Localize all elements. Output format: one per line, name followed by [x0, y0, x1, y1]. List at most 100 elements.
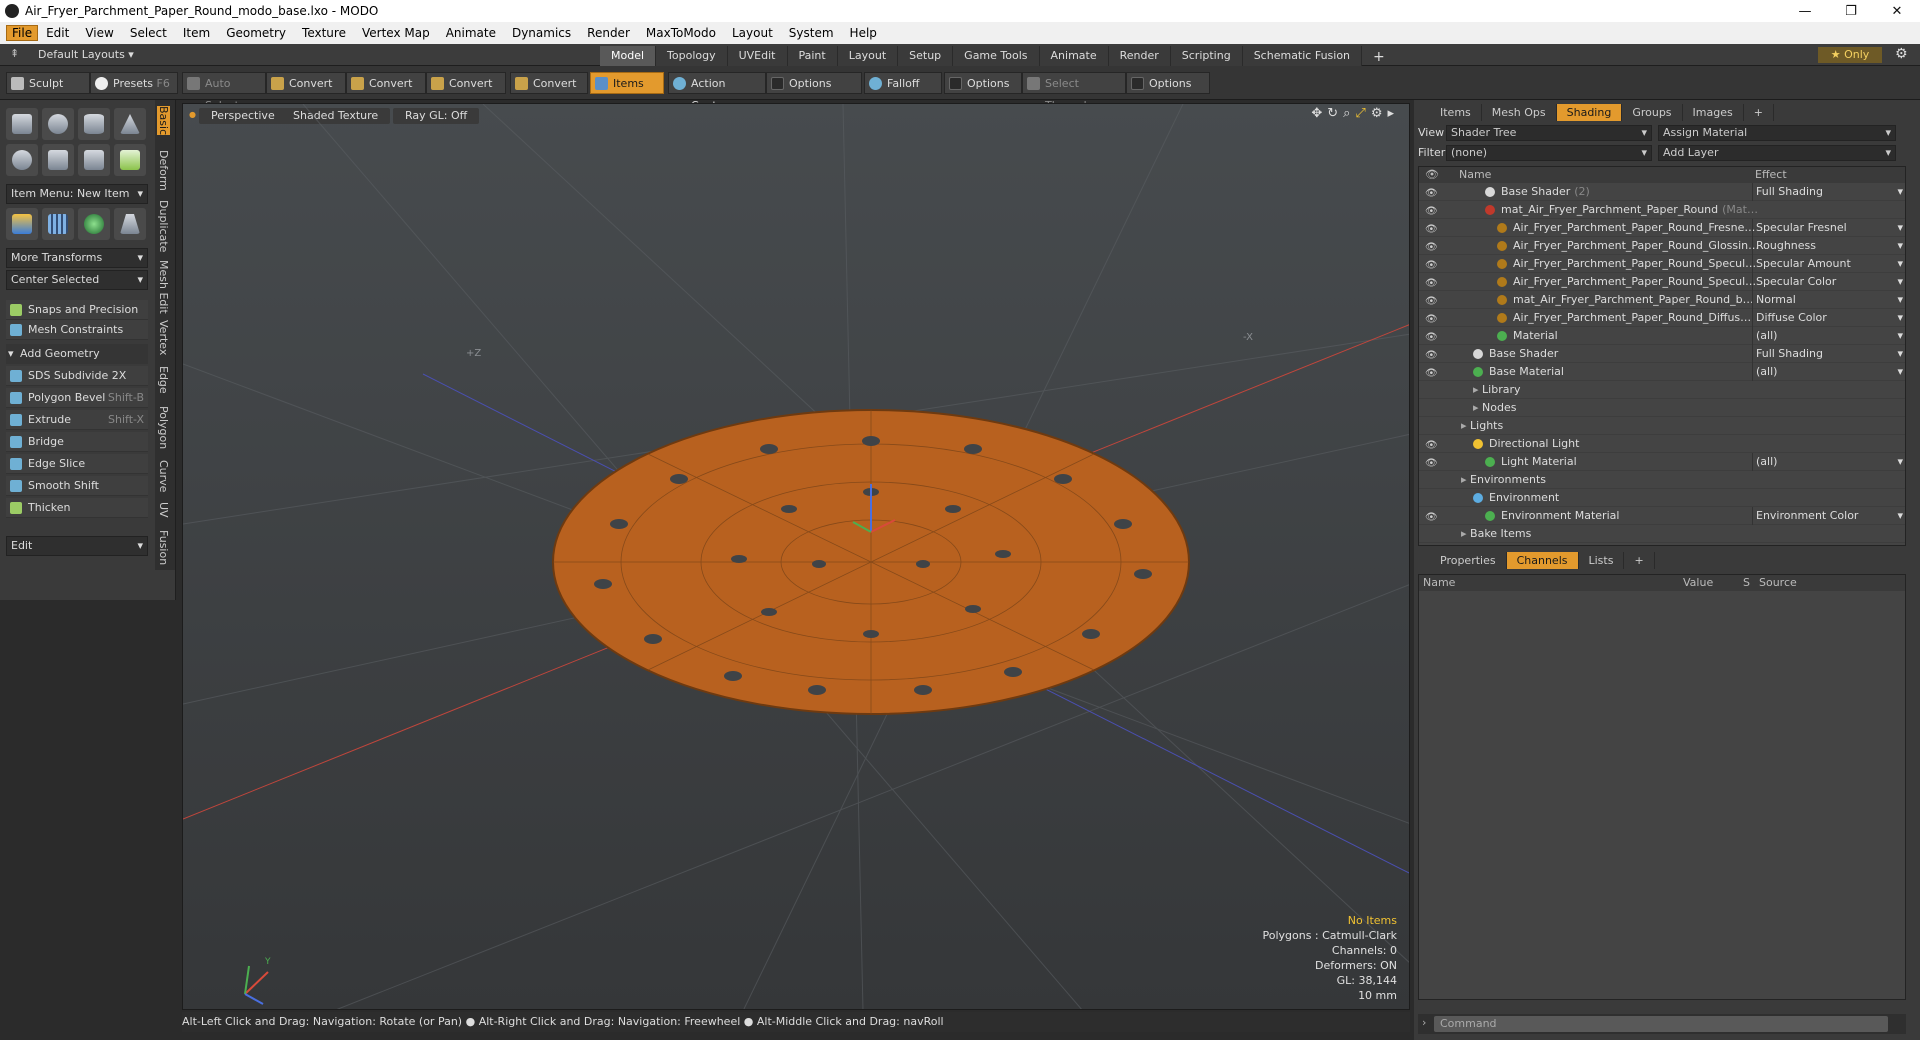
tab-mesh-ops[interactable]: Mesh Ops — [1481, 104, 1557, 121]
add-tab-button[interactable]: + — [1744, 104, 1774, 121]
tree-row[interactable]: 👁 Material (all) — [1419, 327, 1905, 345]
menu-vertex-map[interactable]: Vertex Map — [354, 26, 438, 40]
tree-row[interactable]: ▸ Lights — [1419, 417, 1905, 435]
3d-viewport[interactable]: ● Perspective Shaded Texture Ray GL: Off… — [182, 103, 1410, 1010]
tree-row[interactable]: 👁 Base Shader (2) Full Shading — [1419, 183, 1905, 201]
tree-item-effect[interactable]: Roughness — [1752, 237, 1905, 255]
edit-dropdown[interactable]: Edit — [6, 536, 148, 556]
tool-thicken[interactable]: Thicken — [6, 498, 148, 518]
tab-uvedit[interactable]: UVEdit — [727, 46, 788, 68]
tree-row[interactable]: 👁 Air_Fryer_Parchment_Paper_Round_Glossin… — [1419, 237, 1905, 255]
tab-schematic-fusion[interactable]: Schematic Fusion — [1242, 46, 1363, 68]
restore-button[interactable]: ❐ — [1828, 4, 1874, 19]
tree-row[interactable]: 👁 Light Material (all) — [1419, 453, 1905, 471]
visibility-eye-icon[interactable]: 👁 — [1425, 221, 1438, 235]
tab-groups[interactable]: Groups — [1622, 104, 1683, 121]
tree-row[interactable]: ▸ Library — [1419, 381, 1905, 399]
tree-row[interactable]: Environment — [1419, 489, 1905, 507]
menu-view[interactable]: View — [77, 26, 121, 40]
tree-item-effect[interactable]: Full Shading — [1752, 345, 1905, 363]
visibility-eye-icon[interactable]: 👁 — [1425, 293, 1438, 307]
options-button-2[interactable]: Options — [944, 72, 1022, 94]
tree-item-effect[interactable]: (all) — [1752, 453, 1905, 471]
options-button-1[interactable]: Options — [766, 72, 862, 94]
vtab-duplicate[interactable]: Duplicate — [157, 200, 170, 252]
menu-texture[interactable]: Texture — [294, 26, 354, 40]
visibility-eye-icon[interactable]: 👁 — [1425, 347, 1438, 361]
sphere-tool[interactable] — [42, 108, 74, 140]
cube-tool[interactable] — [6, 108, 38, 140]
visibility-eye-icon[interactable]: 👁 — [1425, 311, 1438, 325]
view-dropdown[interactable]: Shader Tree — [1446, 125, 1652, 141]
items-button[interactable]: Items — [590, 72, 664, 94]
action-center-button[interactable]: Action Center — [668, 72, 766, 112]
vtab-uv[interactable]: UV — [157, 502, 170, 518]
menu-item[interactable]: Item — [175, 26, 218, 40]
convert-button-1[interactable]: Convert — [266, 72, 346, 94]
vtab-vertex[interactable]: Vertex — [157, 320, 170, 355]
tab-shading[interactable]: Shading — [1556, 104, 1623, 121]
vtab-polygon[interactable]: Polygon — [157, 406, 170, 449]
menu-maxtomodo[interactable]: MaxToModo — [638, 26, 724, 40]
tree-item-effect[interactable]: Specular Fresnel — [1752, 219, 1905, 237]
menu-geometry[interactable]: Geometry — [218, 26, 294, 40]
tree-row[interactable]: 👁 Air_Fryer_Parchment_Paper_Round_Fresne…… — [1419, 219, 1905, 237]
tree-row[interactable]: 👁 Directional Light — [1419, 435, 1905, 453]
visibility-eye-icon[interactable]: 👁 — [1425, 257, 1438, 271]
assign-material-button[interactable]: Assign Material — [1658, 125, 1896, 141]
tool-extrude[interactable]: Extrude Shift-X — [6, 410, 148, 430]
tree-row[interactable]: ▸ Environments — [1419, 471, 1905, 489]
visibility-eye-icon[interactable]: 👁 — [1425, 509, 1438, 523]
visibility-eye-icon[interactable]: 👁 — [1425, 239, 1438, 253]
vtab-basic[interactable]: Basic — [157, 106, 170, 136]
tree-row[interactable]: 👁 Base Material (all) — [1419, 363, 1905, 381]
center-selected-dropdown[interactable]: Center Selected — [6, 270, 148, 290]
tree-item-effect[interactable]: Full Shading — [1752, 183, 1905, 201]
tree-row[interactable]: 👁 mat_Air_Fryer_Parchment_Paper_Round (Mat… — [1419, 201, 1905, 219]
tab-images[interactable]: Images — [1682, 104, 1744, 121]
gear-icon[interactable]: ⚙ — [1895, 46, 1908, 62]
tab-render[interactable]: Render — [1108, 46, 1171, 68]
add-tab-button[interactable]: + — [1624, 552, 1655, 569]
tree-item-effect[interactable]: Specular Color — [1752, 273, 1905, 291]
menu-select[interactable]: Select — [122, 26, 175, 40]
mesh-constraints-button[interactable]: Mesh Constraints — [6, 320, 148, 340]
tool-edge-slice[interactable]: Edge Slice — [6, 454, 148, 474]
tree-row[interactable]: 👁 Environment Material Environment Color — [1419, 507, 1905, 525]
grid-tool[interactable] — [42, 208, 74, 240]
visibility-eye-icon[interactable]: 👁 — [1425, 329, 1438, 343]
tab-scripting[interactable]: Scripting — [1170, 46, 1243, 68]
command-input[interactable]: Command — [1434, 1016, 1888, 1032]
menu-system[interactable]: System — [781, 26, 842, 40]
transform-tool[interactable] — [6, 208, 38, 240]
add-geometry-section[interactable]: ▾ Add Geometry — [6, 344, 148, 364]
tree-row[interactable]: ▸ Bake Items — [1419, 525, 1905, 543]
tree-row[interactable]: 👁 Base Shader Full Shading — [1419, 345, 1905, 363]
convert-button-2[interactable]: Convert — [346, 72, 426, 94]
tree-row[interactable]: 👁 Air_Fryer_Parchment_Paper_Round_Specul…… — [1419, 255, 1905, 273]
convert-button-4[interactable]: Convert — [510, 72, 588, 94]
select-through-button[interactable]: Select Through — [1022, 72, 1126, 112]
expand-arrow-icon[interactable]: ▸ — [1473, 401, 1482, 414]
cone-tool[interactable] — [114, 108, 146, 140]
tree-row[interactable]: 👁 Air_Fryer_Parchment_Paper_Round_Diffus…… — [1419, 309, 1905, 327]
tab-animate[interactable]: Animate — [1039, 46, 1109, 68]
expand-arrow-icon[interactable]: ▸ — [1461, 419, 1470, 432]
falloff-button[interactable]: Falloff — [864, 72, 942, 94]
tool-sds-subdivide[interactable]: SDS Subdivide 2X — [6, 366, 148, 386]
close-button[interactable]: ✕ — [1874, 4, 1920, 19]
visibility-eye-icon[interactable]: 👁 — [1425, 203, 1438, 217]
tab-properties[interactable]: Properties — [1430, 552, 1507, 569]
scale-tool[interactable] — [114, 208, 146, 240]
menu-layout[interactable]: Layout — [724, 26, 781, 40]
auto-select-button[interactable]: Auto Select — [182, 72, 266, 112]
menu-dynamics[interactable]: Dynamics — [504, 26, 579, 40]
tree-item-effect[interactable]: Diffuse Color — [1752, 309, 1905, 327]
expand-arrow-icon[interactable]: ▸ — [1461, 473, 1470, 486]
tree-row[interactable]: 👁 mat_Air_Fryer_Parchment_Paper_Round_b… N… — [1419, 291, 1905, 309]
tool-smooth-shift[interactable]: Smooth Shift — [6, 476, 148, 496]
vtab-edge[interactable]: Edge — [157, 366, 170, 394]
tree-item-effect[interactable]: (all) — [1752, 363, 1905, 381]
more-transforms-dropdown[interactable]: More Transforms — [6, 248, 148, 268]
tab-lists[interactable]: Lists — [1578, 552, 1625, 569]
